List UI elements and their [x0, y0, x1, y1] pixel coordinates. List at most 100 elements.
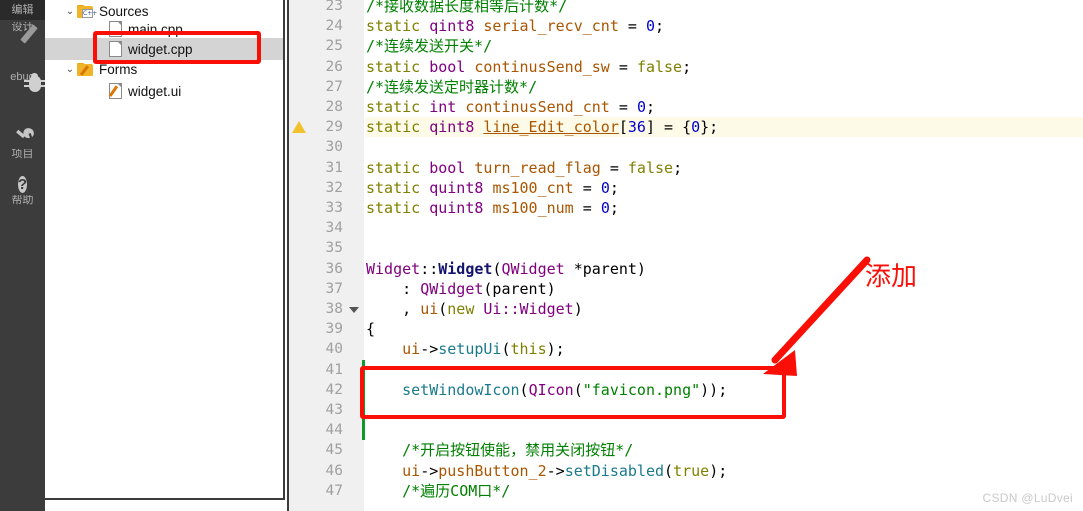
code-line[interactable]: 35 [287, 238, 1083, 258]
code-line[interactable]: 36 Widget::Widget(QWidget *parent) [287, 259, 1083, 279]
line-text[interactable]: static bool continusSend_sw = false; [366, 57, 691, 77]
code-token: -> [420, 461, 439, 480]
line-text[interactable]: , ui(new Ui::Widget) [366, 299, 583, 319]
line-number: 32 [325, 179, 343, 196]
code-line[interactable]: 29 static qint8 line_Edit_color[36] = {0}… [287, 117, 1083, 138]
fold-collapse-icon[interactable] [349, 307, 359, 313]
code-line[interactable]: 24 static qint8 serial_recv_cnt = 0; [287, 16, 1083, 36]
code-line[interactable]: 25 /*连续发送开关*/ [287, 36, 1083, 56]
code-line[interactable]: 23 /*接收数据长度相等后计数*/ [287, 0, 1083, 16]
tree-item-forms-label: Forms [99, 61, 138, 77]
code-token: ( [573, 380, 583, 399]
chevron-down-icon[interactable]: ⌄ [63, 64, 77, 75]
code-token: ( [438, 300, 448, 318]
tree-item-widget-cpp[interactable]: widget.cpp [45, 38, 283, 60]
code-line[interactable]: 34 [287, 218, 1083, 238]
tree-item-widget-ui[interactable]: widget.ui [45, 80, 283, 102]
code-token: ; [609, 178, 619, 197]
line-text[interactable]: /*开启按钮使能，禁用关闭按钮*/ [366, 440, 633, 460]
line-text[interactable]: static qint8 line_Edit_color[36] = {0}; [366, 117, 718, 137]
line-number: 30 [325, 139, 343, 156]
code-line[interactable]: 30 [287, 137, 1083, 157]
code-token: continusSend_cnt [465, 98, 610, 116]
code-token: setWindowIcon [402, 380, 520, 399]
code-token: ms100_cnt [492, 178, 574, 197]
line-text[interactable]: /*接收数据长度相等后计数*/ [366, 0, 567, 16]
change-marker [362, 359, 365, 380]
code-token: = [573, 178, 601, 197]
code-token: Ui::Widget [483, 300, 574, 318]
mode-item-help[interactable]: ? 帮助 [0, 175, 45, 223]
code-token: qint8 [429, 17, 475, 36]
code-line[interactable]: 28 static int continusSend_cnt = 0; [287, 97, 1083, 117]
code-line[interactable]: 33 static quint8 ms100_num = 0; [287, 198, 1083, 218]
code-token: { [366, 320, 376, 339]
chevron-down-icon[interactable]: ⌄ [63, 6, 77, 17]
code-line[interactable]: 27 /*连续发送定时器计数*/ [287, 77, 1083, 97]
line-text[interactable]: ui->pushButton_2->setDisabled(true); [366, 461, 727, 481]
watermark-text: CSDN @LuDvei [982, 491, 1073, 505]
code-line[interactable]: 45 /*开启按钮使能，禁用关闭按钮*/ [287, 440, 1083, 460]
code-line[interactable]: 40 ui->setupUi(this); [287, 339, 1083, 359]
line-number: 26 [325, 58, 343, 75]
wrench-icon [11, 128, 35, 149]
code-editor[interactable]: 23 /*接收数据长度相等后计数*/ 24 static qint8 serial_r… [287, 0, 1083, 511]
tree-item-main-cpp[interactable]: main.cpp [45, 18, 283, 40]
code-line[interactable]: 47 /*遍历COM口*/ [287, 481, 1083, 501]
mode-item-edit[interactable]: 编辑 [0, 0, 45, 20]
tree-item-widget-ui-label: widget.ui [128, 83, 182, 99]
code-token: = [609, 57, 637, 76]
line-text[interactable]: { [366, 319, 375, 339]
line-text[interactable]: static qint8 serial_recv_cnt = 0; [366, 16, 664, 36]
line-number: 38 [325, 301, 343, 317]
line-text[interactable]: : QWidget(parent) [366, 279, 556, 299]
code-line[interactable]: 26 static bool continusSend_sw = false; [287, 57, 1083, 77]
code-line[interactable]: 41 [287, 359, 1083, 380]
code-token: ui [402, 340, 421, 359]
code-line[interactable]: 42 setWindowIcon(QIcon("favicon.png")); [287, 379, 1083, 401]
line-text[interactable]: static quint8 ms100_cnt = 0; [366, 178, 619, 198]
change-marker [362, 420, 365, 441]
line-text[interactable]: static int continusSend_cnt = 0; [366, 97, 655, 117]
mode-item-projects-label: 项目 [11, 149, 34, 160]
code-line[interactable]: 43 [287, 400, 1083, 421]
mode-item-debug[interactable]: ebug [0, 72, 46, 120]
line-number: 44 [325, 422, 343, 439]
line-text[interactable]: /*遍历COM口*/ [366, 481, 510, 501]
mode-item-projects[interactable]: 项目 [0, 124, 45, 172]
code-token: /*接收数据长度相等后计数*/ [366, 0, 568, 15]
line-text[interactable]: setWindowIcon(QIcon("favicon.png")); [366, 380, 727, 400]
tree-item-forms[interactable]: ⌄ Forms [45, 58, 283, 80]
line-text[interactable]: static quint8 ms100_num = 0; [366, 198, 619, 218]
code-line[interactable]: 31 static bool turn_read_flag = false; [287, 158, 1083, 178]
code-token: :: [420, 259, 439, 278]
line-text[interactable]: Widget::Widget(QWidget *parent) [366, 259, 646, 279]
line-number: 23 [325, 0, 343, 14]
file-icon [109, 41, 122, 57]
code-token: quint8 [429, 178, 484, 197]
mode-item-design-label: 设计 [11, 22, 34, 33]
code-token: /*遍历COM口*/ [402, 481, 511, 500]
code-token: 0 [600, 178, 610, 197]
code-token: static [366, 98, 421, 116]
code-line[interactable]: 46 ui->pushButton_2->setDisabled(true); [287, 461, 1083, 481]
code-line[interactable]: 32 static quint8 ms100_cnt = 0; [287, 178, 1083, 198]
mode-item-design[interactable]: 设计 [0, 22, 45, 68]
tree-item-widget-cpp-label: widget.cpp [128, 41, 193, 57]
line-text[interactable]: /*连续发送开关*/ [366, 36, 492, 56]
code-line[interactable]: 44 [287, 420, 1083, 441]
line-text[interactable]: /*连续发送定时器计数*/ [366, 77, 537, 97]
code-line[interactable]: 38 , ui(new Ui::Widget) [287, 299, 1083, 319]
line-text[interactable]: ui->setupUi(this); [366, 339, 565, 359]
code-token: "favicon.png" [582, 380, 701, 399]
line-number: 29 [325, 119, 343, 136]
code-token: qint8 [429, 118, 475, 137]
line-number: 41 [325, 361, 343, 378]
code-line[interactable]: 39 { [287, 319, 1083, 339]
line-text[interactable]: static bool turn_read_flag = false; [366, 158, 682, 178]
code-token: = [600, 158, 628, 177]
code-line[interactable]: 37 : QWidget(parent) [287, 279, 1083, 299]
